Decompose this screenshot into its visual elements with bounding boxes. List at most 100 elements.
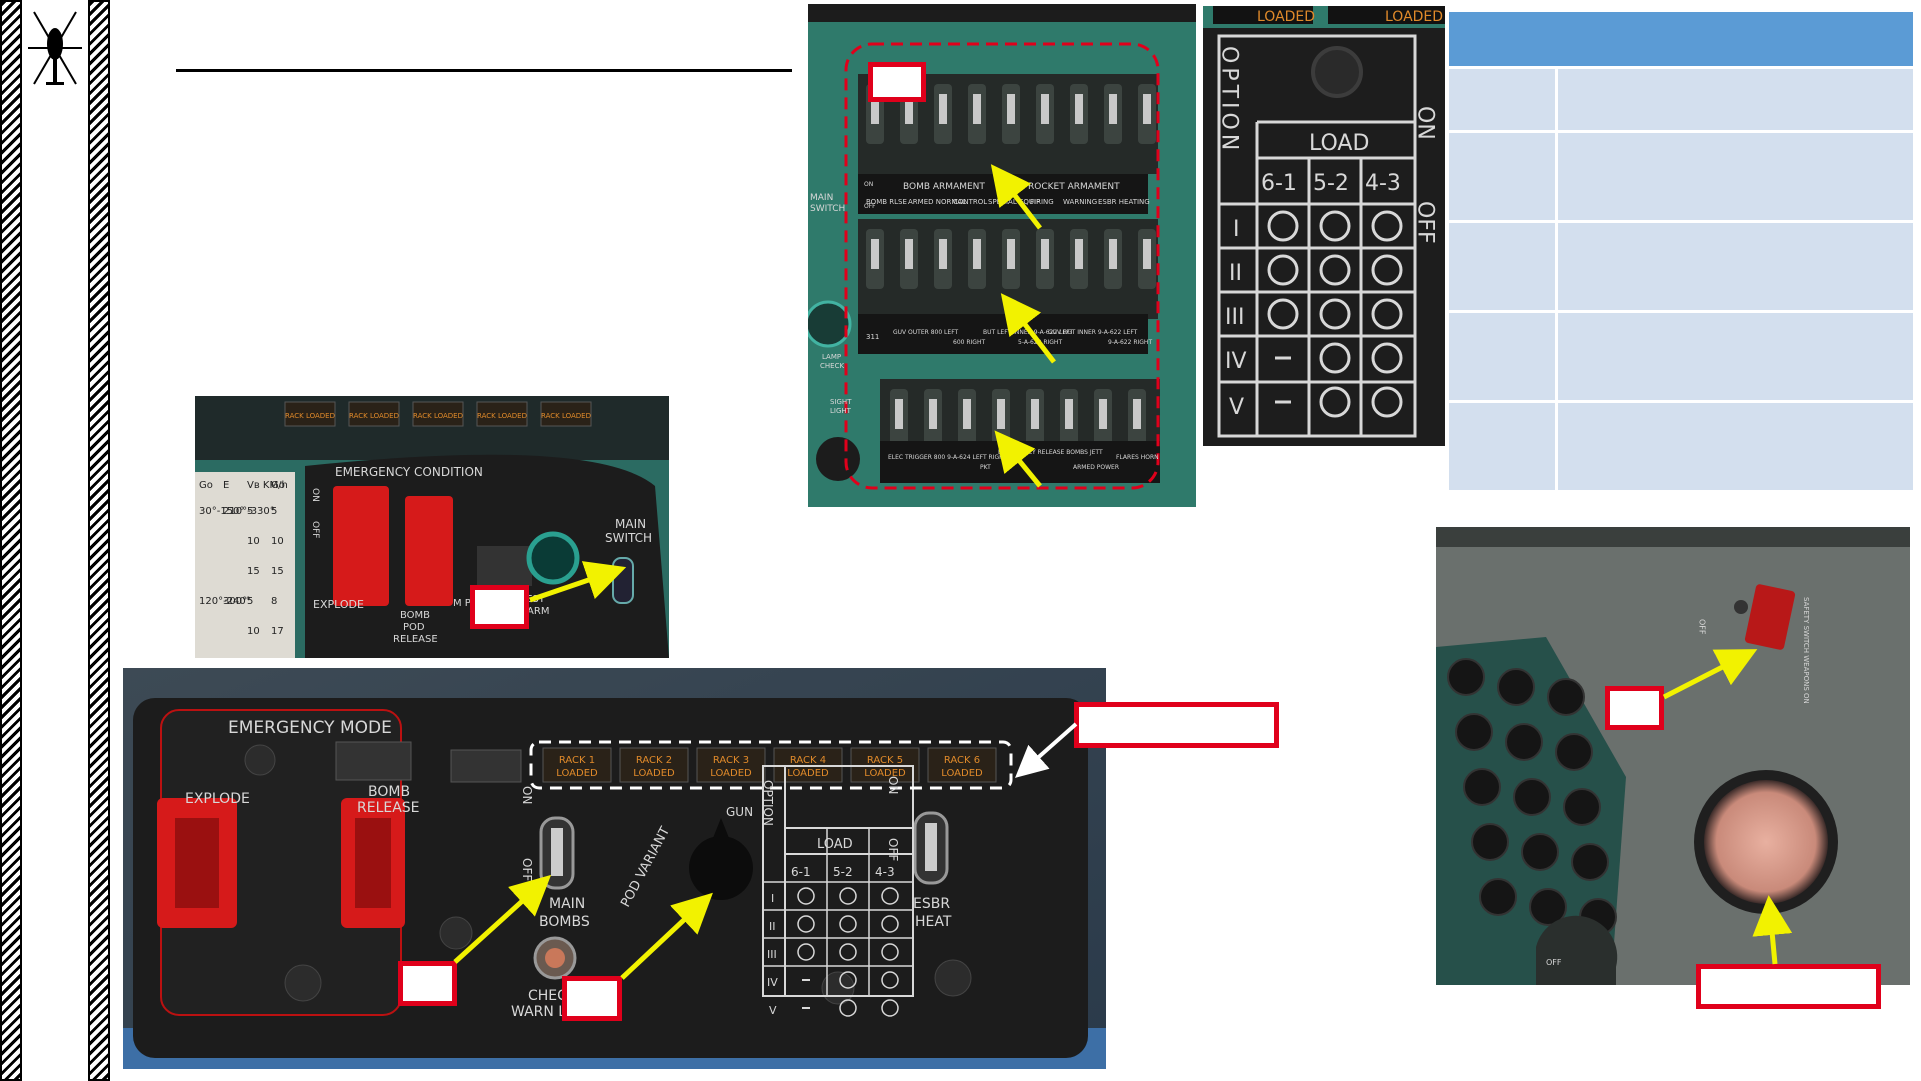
placard-off-label: OFF: [1413, 201, 1438, 244]
rack-label: RACK LOADED: [349, 412, 399, 420]
table-cell: [1558, 313, 1913, 400]
toggle-lever: [905, 239, 913, 269]
toggle-lever: [973, 239, 981, 269]
table-row: [1449, 313, 1913, 400]
rack-loaded-light: RACK 1 LOADED: [542, 747, 612, 783]
rotary-knob[interactable]: [1447, 658, 1485, 696]
rack-label: RACK LOADED: [541, 412, 591, 420]
toggle-lever: [997, 399, 1005, 429]
toggle-lever: [1041, 94, 1049, 124]
card-cell: 15: [247, 566, 260, 577]
esbr-off-label: OFF: [886, 838, 900, 861]
gun-label: GUN: [726, 805, 753, 819]
table-cell: [1449, 133, 1555, 220]
rack-status: LOADED: [556, 768, 598, 779]
rack-label: RACK 3: [713, 755, 749, 766]
card-cell: 17: [271, 626, 284, 637]
placard-row-5: V: [1229, 395, 1244, 420]
table-header: [1449, 12, 1913, 66]
rotary-knob[interactable]: [1455, 713, 1493, 751]
description-table: [1449, 12, 1913, 490]
arm-off-label: OFF: [864, 203, 876, 210]
emg-release-label: RELEASE: [393, 634, 438, 645]
emg-bomb-label: BOMB: [400, 610, 430, 621]
card-cell: 10: [247, 626, 260, 637]
rack-status: LOADED: [787, 768, 829, 779]
rack-loaded-light: RACK LOADED: [412, 401, 464, 427]
arm-row2-label-6: GUV RGT INNER 9-A-622 LEFT: [1048, 329, 1138, 336]
placard-option-label: OPTION: [1217, 46, 1242, 154]
card-cell: 10: [247, 536, 260, 547]
helicopter-icon: [28, 11, 82, 85]
main-switch-label-1: MAIN: [615, 517, 646, 531]
callout-box: [562, 976, 622, 1021]
callout-box: [398, 961, 457, 1006]
toggle-lever: [895, 399, 903, 429]
card-header: E: [223, 480, 229, 491]
toggle-lever: [1099, 399, 1107, 429]
toggle-lever: [973, 94, 981, 124]
rotary-knob[interactable]: [1571, 843, 1609, 881]
card-cell: 300°: [223, 596, 247, 607]
loaded-label-2: LOADED: [1385, 9, 1443, 25]
bombs-label: BOMBS: [539, 914, 590, 930]
emg-on-label: ON: [310, 488, 320, 502]
load-label: LOAD: [817, 837, 853, 852]
placard-row-3: III: [1225, 305, 1244, 330]
card-cell: 5: [271, 506, 277, 517]
card-header: Go: [271, 480, 285, 491]
table-cell: [1558, 223, 1913, 310]
rack-label: RACK LOADED: [285, 412, 335, 420]
arm-row3-label-1: ELEC TRIGGER 800 9-A-624 LEFT RIGHT: [888, 454, 1008, 461]
arm-row1-label-6: WARNING: [1063, 198, 1097, 206]
rotary-knob[interactable]: [1547, 678, 1585, 716]
rotary-knob[interactable]: [1563, 788, 1601, 826]
callout-box: [1074, 702, 1279, 748]
rotary-knob[interactable]: [1497, 668, 1535, 706]
rotary-knob[interactable]: [1521, 833, 1559, 871]
arm-on-label: ON: [864, 181, 873, 188]
left-hatched-rail: [0, 0, 22, 1081]
card-cell: 8: [271, 596, 277, 607]
rack-label: RACK LOADED: [477, 412, 527, 420]
placard-load-label: LOAD: [1309, 131, 1369, 156]
main-bombs-on-label: ON: [520, 786, 534, 804]
table-row: [1449, 69, 1913, 130]
rotary-knob[interactable]: [1555, 733, 1593, 771]
card-cell: 10: [271, 536, 284, 547]
arm-row3-label-3: EMERGENCY RELEASE BOMBS JETT: [998, 449, 1103, 456]
table-row: [1449, 133, 1913, 220]
toggle-lever: [1041, 239, 1049, 269]
armament-switch-panel-photo: BOMB ARMAMENT ROCKET ARMAMENT BOMB RLSE …: [808, 4, 1196, 507]
rotary-knob[interactable]: [1513, 778, 1551, 816]
rack-loaded-light: RACK 3 LOADED: [696, 747, 766, 783]
rotary-knob[interactable]: [1479, 878, 1517, 916]
arm-row3-label-5: FLARES HORN: [1116, 454, 1159, 461]
toggle-lever: [871, 239, 879, 269]
safety-switch-photo: SAFETY SWITCH WEAPONS ON OFF OFF: [1436, 527, 1910, 985]
toggle-lever: [1109, 94, 1117, 124]
main-switch-label-2: SWITCH: [605, 531, 652, 545]
emg-off-label: OFF: [310, 521, 320, 538]
arm-row2-label-2: GUV OUTER 800 LEFT: [893, 329, 959, 336]
main-bombs-off-label: OFF: [520, 858, 534, 881]
rack-label: RACK 1: [559, 755, 595, 766]
rack-label: RACK LOADED: [413, 412, 463, 420]
emg-pod-label: POD: [403, 622, 425, 633]
load-row-3: III: [767, 948, 777, 961]
toggle-lever: [1031, 399, 1039, 429]
arm-switch-label: SWITCH: [810, 204, 845, 214]
rotary-knob[interactable]: [1463, 768, 1501, 806]
rotary-knob[interactable]: [1505, 723, 1543, 761]
rack-loaded-light: RACK LOADED: [540, 401, 592, 427]
rack-loaded-light: RACK LOADED: [284, 401, 336, 427]
table-cell: [1558, 403, 1913, 490]
load-col-1: 6-1: [791, 865, 811, 879]
safety-switch-label: SAFETY SWITCH WEAPONS ON: [1802, 597, 1810, 704]
table-cell: [1558, 133, 1913, 220]
rack-label: RACK 2: [636, 755, 672, 766]
emergency-condition-photo: RACK LOADED RACK LOADED RACK LOADED RACK LO…: [195, 396, 669, 658]
rotary-knob[interactable]: [1471, 823, 1509, 861]
title-underline: [176, 69, 792, 72]
safety-dial-off-label: OFF: [1546, 958, 1562, 967]
